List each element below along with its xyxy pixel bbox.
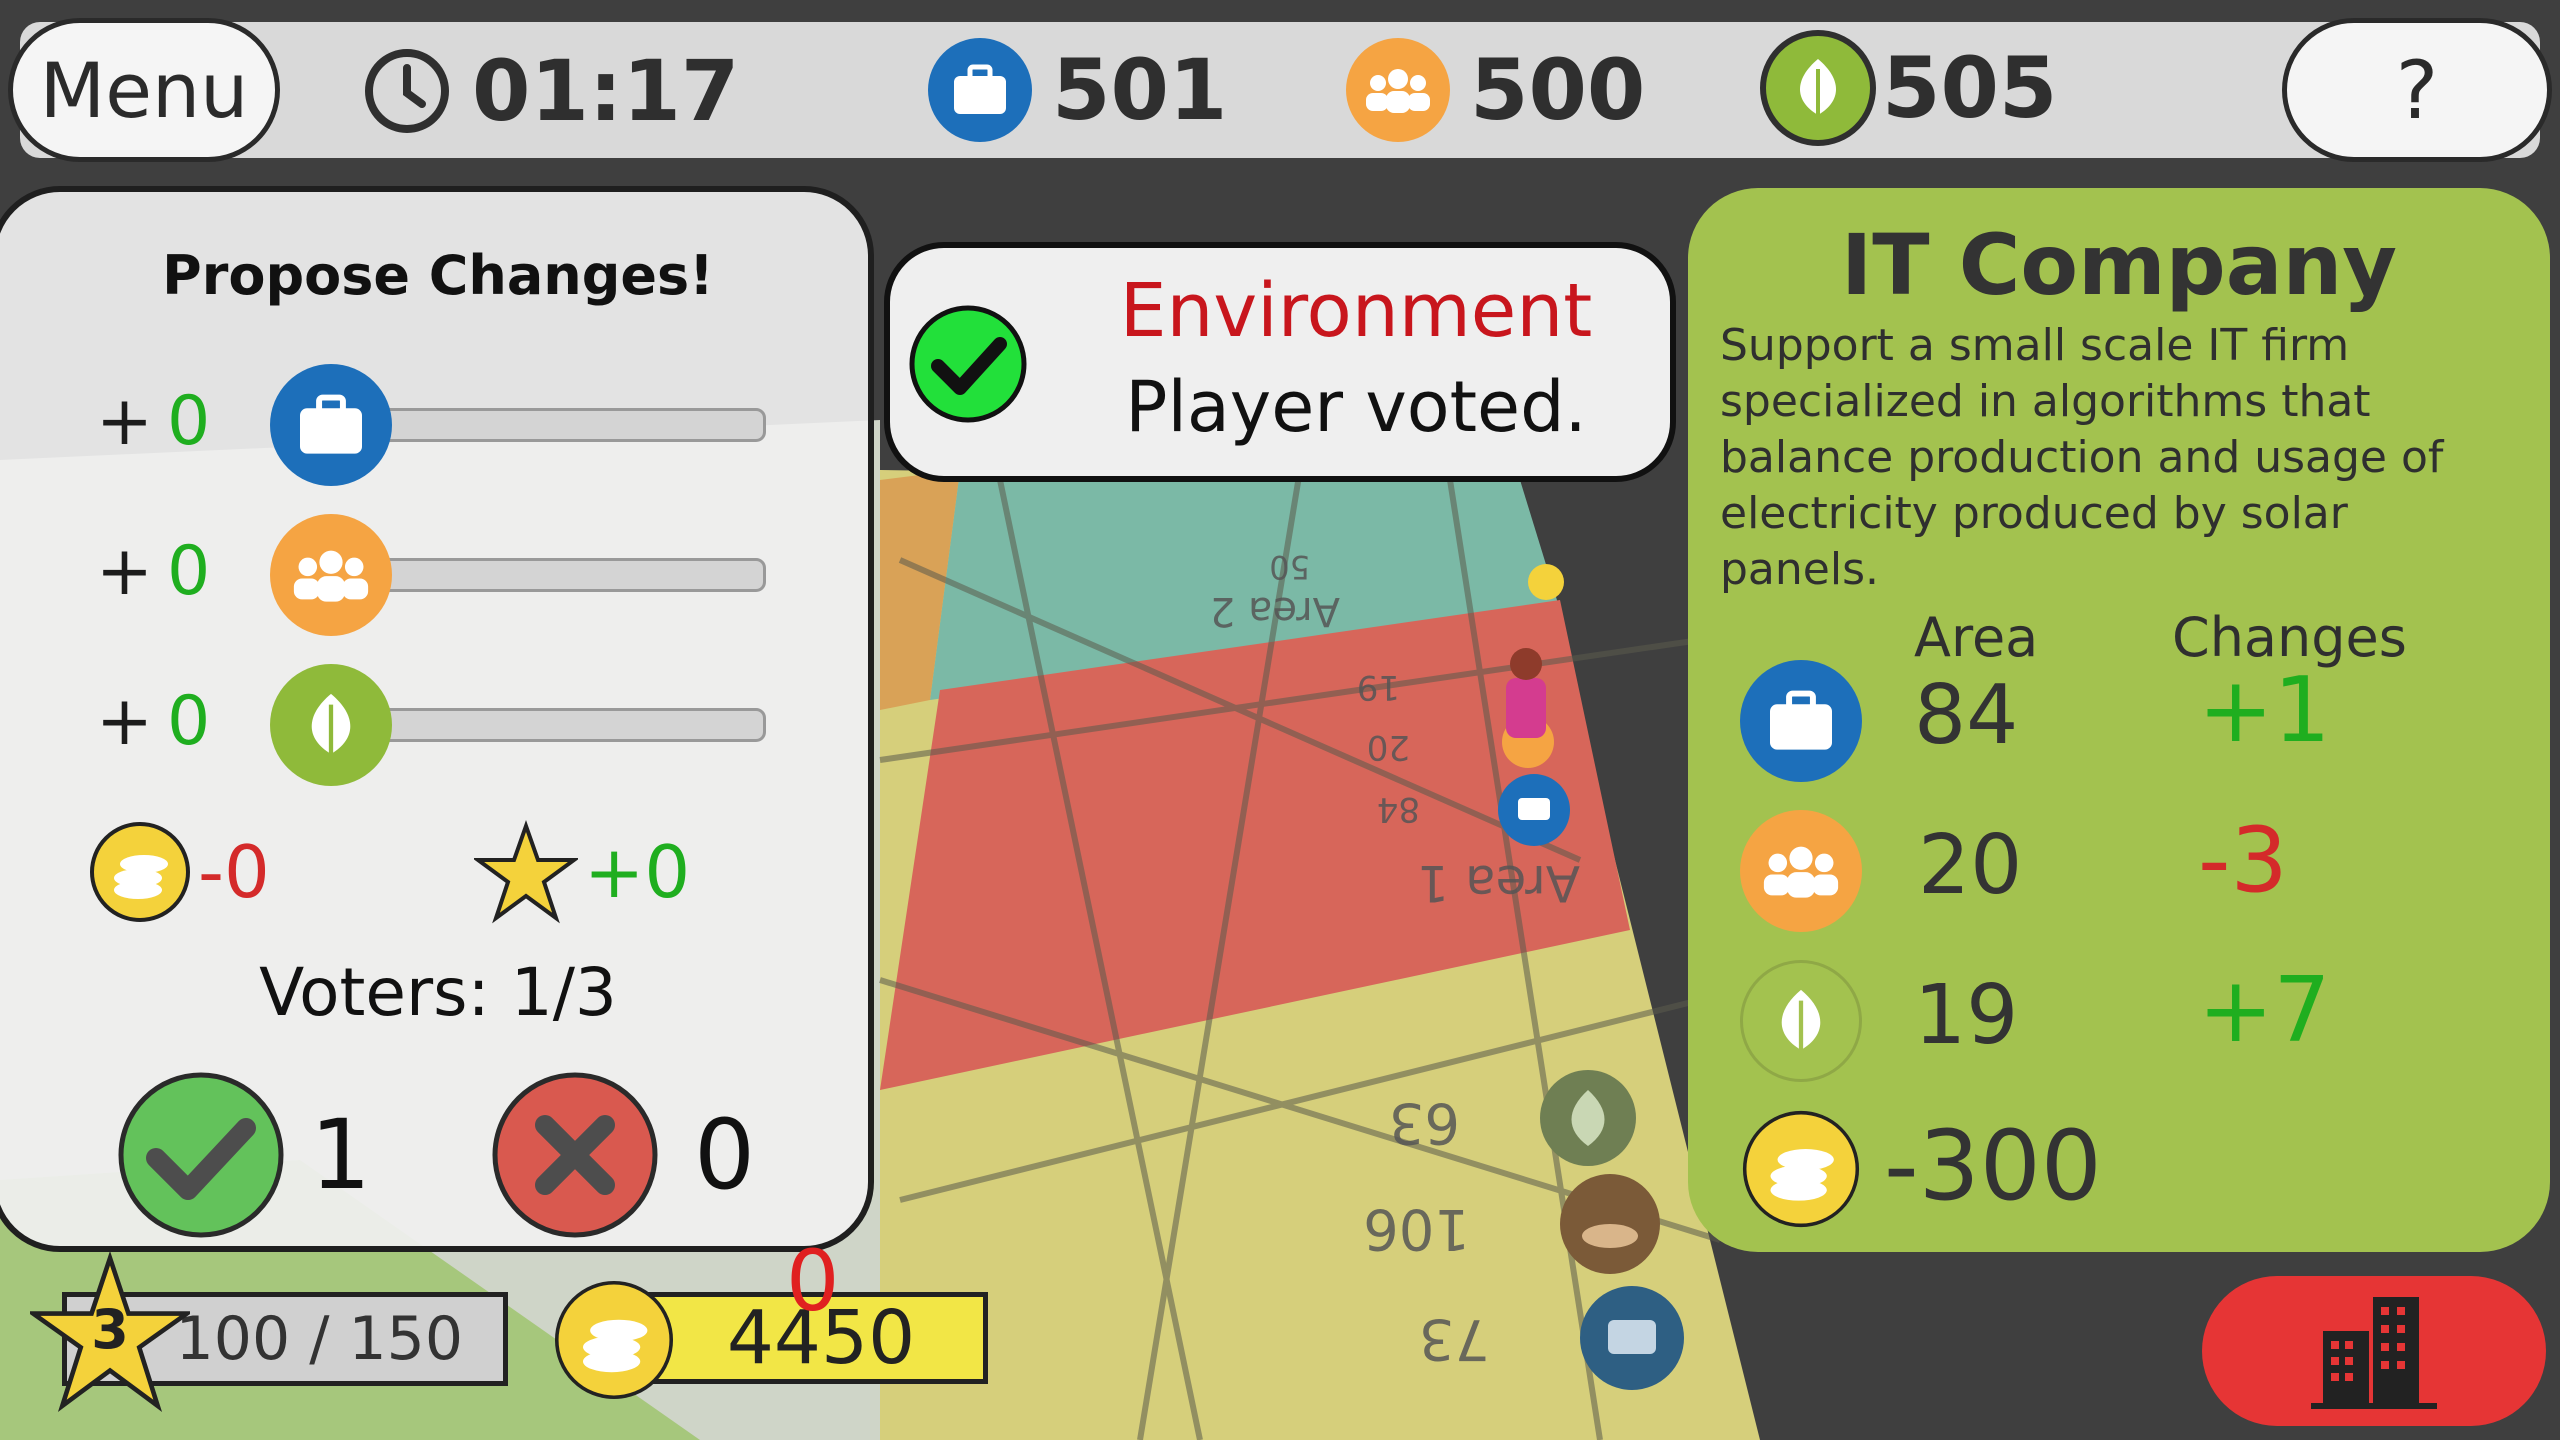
menu-button[interactable]: Menu: [8, 18, 280, 162]
environment-change-sign: +: [96, 682, 153, 761]
star-delta: +0: [474, 820, 690, 924]
map-marker-leaf-icon[interactable]: [1540, 1070, 1636, 1166]
environment-change-value: +7: [2198, 958, 2331, 1063]
environment-slider[interactable]: [356, 708, 766, 742]
map-marker-briefcase-icon[interactable]: [1580, 1286, 1684, 1390]
coin-icon: [554, 1280, 674, 1400]
environment-value: 505: [1882, 39, 2058, 137]
star-delta-value: +0: [584, 830, 691, 914]
map-marker-briefcase-small-icon[interactable]: [1498, 774, 1570, 846]
social-change-value: 0: [166, 532, 211, 611]
coin-delta: -0: [88, 820, 270, 924]
leaf-icon: [1760, 30, 1876, 146]
area-column-header: Area: [1914, 606, 2039, 669]
environment-stat: 505: [1760, 30, 2057, 146]
social-change-sign: +: [96, 532, 153, 611]
building-cost: -300: [1884, 1110, 2102, 1222]
help-label: ?: [2395, 43, 2439, 137]
map-label-84: 84: [1377, 789, 1420, 829]
jobs-change-sign: +: [96, 382, 153, 461]
vote-yes-count: 1: [310, 1099, 372, 1211]
map-label-area2: Area 2: [1210, 588, 1340, 634]
clock-icon: [365, 49, 449, 133]
map-label-73: 73: [1419, 1306, 1490, 1371]
notification-message: Player voted.: [1125, 366, 1587, 448]
environment-area-value: 19: [1914, 968, 2019, 1063]
social-change-value: -3: [2198, 808, 2288, 913]
jobs-stat: 501: [928, 38, 1227, 142]
jobs-area-value: 84: [1914, 668, 2019, 763]
jobs-change-value: 0: [166, 382, 211, 461]
jobs-slider[interactable]: [356, 408, 766, 442]
map-label-20: 20: [1367, 727, 1410, 767]
checkmark-icon: [909, 305, 1027, 423]
vote-no: 0: [490, 1070, 755, 1240]
briefcase-icon[interactable]: [270, 364, 392, 486]
leaf-icon: [1740, 960, 1862, 1082]
briefcase-icon: [1740, 660, 1862, 782]
people-icon[interactable]: [270, 514, 392, 636]
coin-icon: [90, 822, 190, 922]
build-button[interactable]: [2202, 1276, 2546, 1426]
propose-title: Propose Changes!: [162, 244, 714, 307]
vote-notification: Environment Player voted.: [884, 242, 1676, 482]
people-icon: [1346, 38, 1450, 142]
building-description: Support a small scale IT firm specialize…: [1720, 320, 2444, 595]
level-value: 3: [91, 1298, 129, 1361]
map-label-63: 63: [1389, 1090, 1460, 1155]
environment-change-value: 0: [166, 682, 211, 761]
briefcase-icon: [928, 38, 1032, 142]
jobs-change: +0: [96, 382, 210, 461]
leaf-icon[interactable]: [270, 664, 392, 786]
notification-title: Environment: [1119, 268, 1593, 354]
social-area-value: 20: [1918, 818, 2023, 913]
jobs-change-value: +1: [2198, 658, 2331, 763]
level-badge: 3: [30, 1252, 190, 1412]
coin-delta-value: -0: [198, 830, 270, 914]
social-stat: 500: [1346, 38, 1645, 142]
timer: 01:17: [362, 42, 739, 140]
vote-no-button[interactable]: [490, 1070, 660, 1240]
coin-change-indicator: 0: [786, 1232, 840, 1330]
voters-label: Voters: 1/3: [259, 954, 617, 1031]
map-label-area1: Area 1: [1417, 854, 1580, 912]
environment-change: +0: [96, 682, 210, 761]
coin-icon: [1742, 1110, 1860, 1228]
xp-value: 100 / 150: [175, 1304, 463, 1374]
help-button[interactable]: ?: [2282, 18, 2552, 162]
menu-label: Menu: [39, 45, 249, 135]
social-change: +0: [96, 532, 210, 611]
building-title: IT Company: [1840, 216, 2398, 314]
timer-value: 01:17: [472, 42, 740, 140]
map-label-19: 19: [1357, 667, 1400, 707]
propose-changes-panel: Propose Changes! +0 +0 +0 -0 +0 Voters: …: [0, 186, 874, 1252]
map-marker-people-icon[interactable]: [1560, 1174, 1660, 1274]
vote-yes-button[interactable]: [116, 1070, 286, 1240]
map-label-50: 50: [1269, 548, 1310, 586]
star-icon: [474, 820, 578, 924]
vote-no-count: 0: [694, 1099, 756, 1211]
buildings-icon: [2311, 1297, 2437, 1409]
vote-yes: 1: [116, 1070, 371, 1240]
people-icon: [1740, 810, 1862, 932]
building-info-panel: IT Company Support a small scale IT firm…: [1688, 188, 2550, 1252]
map-label-106: 106: [1363, 1196, 1470, 1261]
jobs-value: 501: [1052, 41, 1228, 139]
social-slider[interactable]: [356, 558, 766, 592]
social-value: 500: [1470, 41, 1646, 139]
